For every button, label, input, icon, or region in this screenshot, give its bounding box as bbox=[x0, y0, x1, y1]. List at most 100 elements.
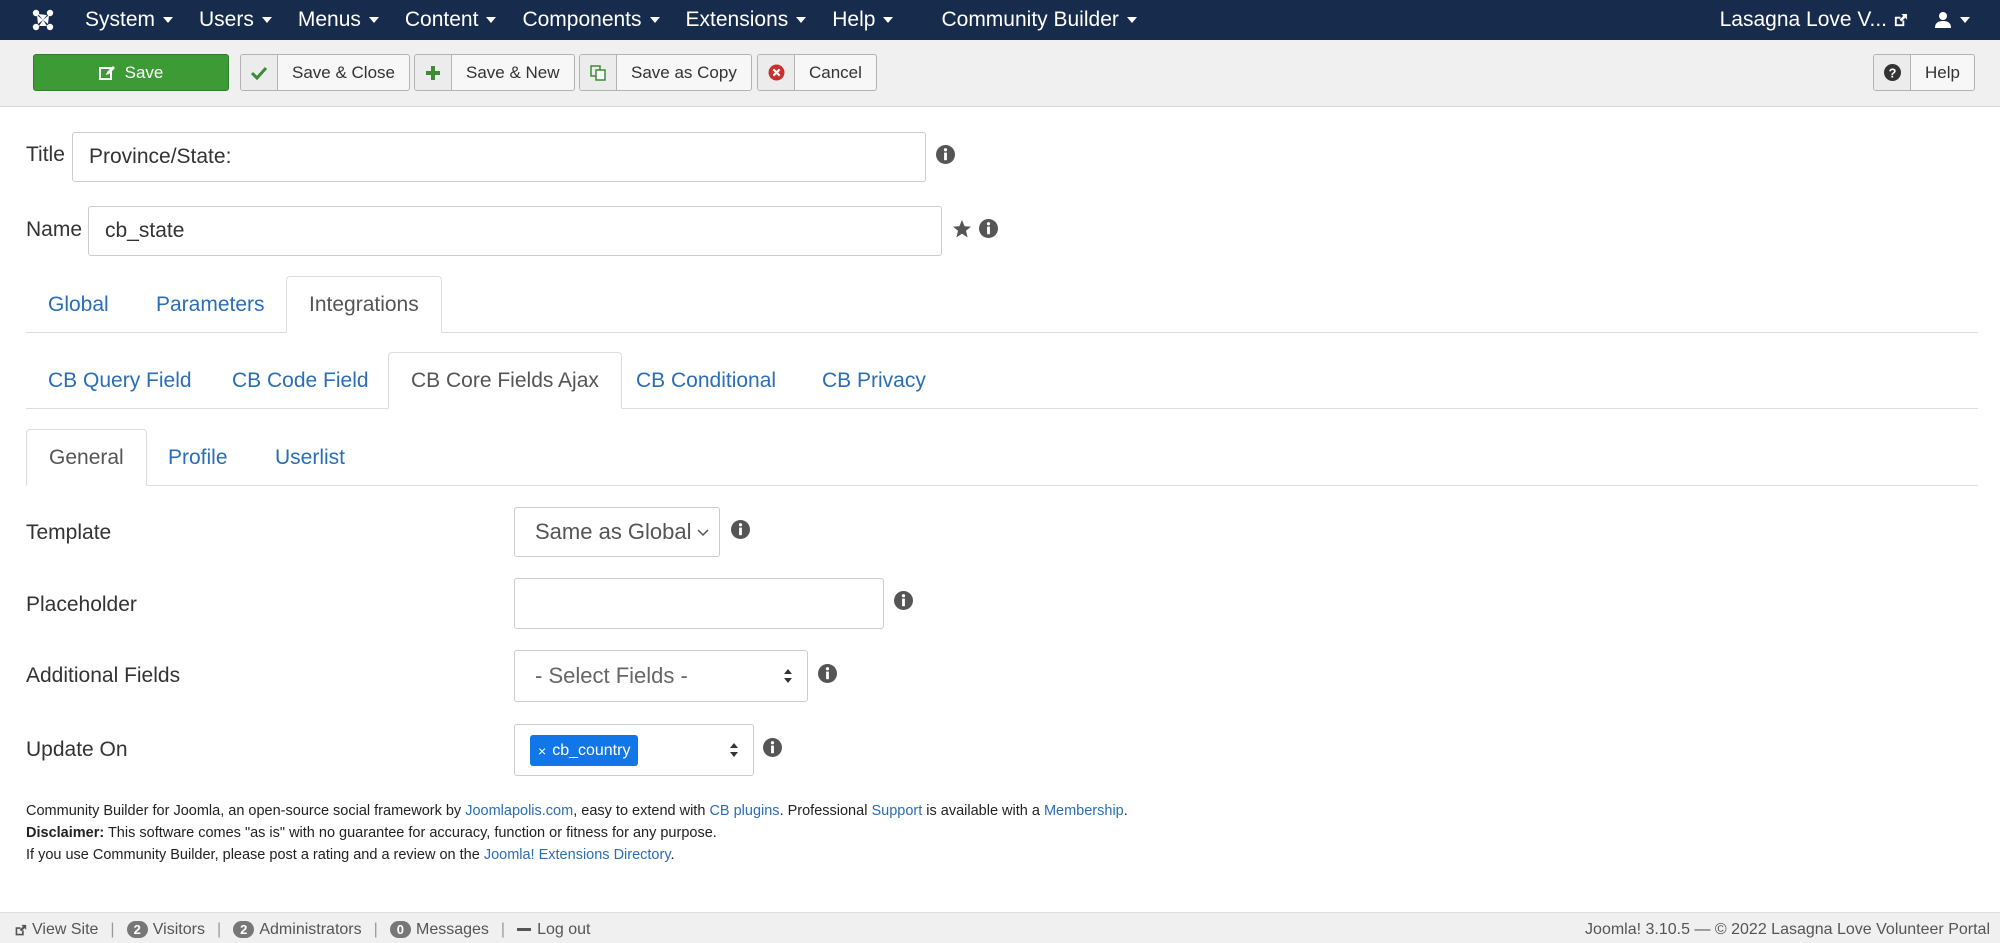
external-link-icon bbox=[1894, 13, 1908, 26]
title-label: Title bbox=[26, 143, 65, 166]
title-input[interactable]: Province/State: bbox=[72, 132, 926, 182]
additional-fields-select[interactable]: - Select Fields - bbox=[514, 650, 808, 702]
nav-menu-community-builder[interactable]: Community Builder bbox=[928, 8, 1149, 32]
tab-cb-conditional[interactable]: CB Conditional bbox=[614, 353, 798, 409]
update-on-label: Update On bbox=[26, 738, 128, 761]
tab-cb-query-field[interactable]: CB Query Field bbox=[26, 353, 214, 409]
name-input[interactable]: cb_state bbox=[88, 206, 942, 256]
messages-link[interactable]: 0 Messages bbox=[389, 921, 489, 939]
disclaimer-text: This software comes "as is" with no guar… bbox=[104, 825, 717, 841]
nav-menu-label: Menus bbox=[297, 8, 361, 31]
footer-text: . Professional bbox=[779, 803, 872, 819]
tab-cb-privacy[interactable]: CB Privacy bbox=[800, 353, 948, 409]
joomlapolis-link[interactable]: Joomlapolis.com bbox=[465, 803, 573, 819]
joomla-logo-icon[interactable] bbox=[30, 7, 56, 33]
minus-icon bbox=[517, 928, 532, 931]
user-menu[interactable] bbox=[1934, 0, 1970, 40]
edit-icon bbox=[98, 65, 115, 80]
save-button-label: Save bbox=[124, 62, 164, 82]
selected-field-chip[interactable]: × cb_country bbox=[530, 735, 639, 766]
cb-plugins-link[interactable]: CB plugins bbox=[709, 803, 779, 819]
save-close-button[interactable]: Save & Close bbox=[240, 54, 410, 91]
sub-tabs: General Profile Userlist bbox=[26, 429, 1978, 486]
additional-fields-placeholder: - Select Fields - bbox=[535, 663, 688, 688]
tab-general[interactable]: General bbox=[26, 429, 147, 486]
sort-updown-icon bbox=[784, 669, 792, 683]
save-new-button[interactable]: Save & New bbox=[414, 54, 575, 91]
caret-down-icon bbox=[883, 17, 894, 23]
info-icon[interactable] bbox=[763, 738, 782, 757]
placeholder-label: Placeholder bbox=[26, 593, 137, 616]
save-copy-label: Save as Copy bbox=[631, 62, 737, 82]
nav-menu-label: Community Builder bbox=[941, 8, 1119, 31]
chevron-down-icon bbox=[697, 529, 709, 537]
caret-down-icon bbox=[261, 17, 272, 23]
admins-badge: 2 bbox=[233, 921, 255, 938]
question-circle-icon: ? bbox=[1874, 55, 1911, 90]
cancel-label: Cancel bbox=[809, 62, 862, 82]
view-site-label: View Site bbox=[32, 921, 99, 938]
save-copy-button[interactable]: Save as Copy bbox=[579, 54, 752, 91]
footer-line-3: If you use Community Builder, please pos… bbox=[26, 844, 1128, 866]
visitors-badge: 2 bbox=[126, 921, 148, 938]
nav-menu-content[interactable]: Content bbox=[392, 8, 510, 32]
site-name: Lasagna Love V... bbox=[1719, 8, 1887, 31]
messages-badge: 0 bbox=[389, 921, 411, 938]
nav-menu-extensions[interactable]: Extensions bbox=[673, 8, 820, 32]
visitors-link[interactable]: 2 Visitors bbox=[126, 921, 205, 939]
site-link[interactable]: Lasagna Love V... bbox=[1720, 0, 1908, 40]
nav-menu-label: Help bbox=[832, 8, 876, 31]
view-site-link[interactable]: View Site bbox=[14, 921, 98, 939]
save-button[interactable]: Save bbox=[33, 54, 229, 91]
footer-text: Community Builder for Joomla, an open-so… bbox=[26, 803, 466, 819]
tab-cb-code-field[interactable]: CB Code Field bbox=[210, 353, 391, 409]
membership-link[interactable]: Membership bbox=[1044, 803, 1124, 819]
help-button[interactable]: ? Help bbox=[1873, 54, 1975, 91]
integration-tabs: CB Query Field CB Code Field CB Core Fie… bbox=[26, 352, 1978, 409]
nav-menu-help[interactable]: Help bbox=[819, 8, 906, 32]
placeholder-input[interactable] bbox=[514, 578, 884, 629]
administrators-link[interactable]: 2 Administrators bbox=[233, 921, 362, 939]
template-select[interactable]: Same as Global bbox=[514, 507, 720, 557]
tab-cb-core-fields-ajax[interactable]: CB Core Fields Ajax bbox=[388, 352, 622, 409]
tab-global[interactable]: Global bbox=[26, 277, 131, 333]
caret-down-icon bbox=[1960, 17, 1970, 23]
remove-chip-icon[interactable]: × bbox=[538, 743, 546, 759]
help-label: Help bbox=[1925, 62, 1960, 82]
nav-menu-users[interactable]: Users bbox=[186, 8, 285, 32]
nav-menu-components[interactable]: Components bbox=[509, 8, 672, 32]
info-icon[interactable] bbox=[818, 664, 837, 683]
main-tabs: Global Parameters Integrations bbox=[26, 276, 1978, 333]
footer-text: . bbox=[670, 847, 675, 863]
template-select-value: Same as Global bbox=[535, 519, 692, 544]
caret-down-icon bbox=[796, 17, 807, 23]
external-link-icon bbox=[15, 924, 27, 935]
caret-down-icon bbox=[1126, 17, 1137, 23]
nav-menu-menus[interactable]: Menus bbox=[285, 8, 392, 32]
disclaimer-label: Disclaimer: bbox=[26, 825, 105, 841]
info-icon[interactable] bbox=[936, 145, 955, 164]
logout-link[interactable]: Log out bbox=[517, 921, 590, 939]
nav-menu-system[interactable]: System bbox=[72, 8, 186, 32]
tab-userlist[interactable]: Userlist bbox=[253, 430, 367, 486]
tab-parameters[interactable]: Parameters bbox=[134, 277, 287, 333]
cancel-button[interactable]: Cancel bbox=[757, 54, 877, 91]
footer-line-1: Community Builder for Joomla, an open-so… bbox=[26, 800, 1128, 822]
info-icon[interactable] bbox=[731, 520, 750, 539]
info-icon[interactable] bbox=[894, 591, 913, 610]
update-on-select[interactable]: × cb_country bbox=[514, 724, 754, 776]
jed-link[interactable]: Joomla! Extensions Directory bbox=[484, 847, 671, 863]
check-icon bbox=[241, 55, 278, 90]
tab-integrations[interactable]: Integrations bbox=[286, 276, 442, 333]
caret-down-icon bbox=[486, 17, 497, 23]
tab-profile[interactable]: Profile bbox=[146, 430, 250, 486]
info-icon[interactable] bbox=[979, 219, 998, 238]
name-label: Name bbox=[26, 218, 83, 241]
support-link[interactable]: Support bbox=[871, 803, 922, 819]
top-navbar: System Users Menus Content Components Ex… bbox=[0, 0, 2000, 40]
caret-down-icon bbox=[649, 17, 660, 23]
plus-icon bbox=[415, 55, 452, 90]
star-icon bbox=[953, 220, 971, 238]
visitors-label: Visitors bbox=[152, 921, 205, 938]
copyright: Joomla! 3.10.5 — © 2022 Lasagna Love Vol… bbox=[1585, 921, 1990, 938]
